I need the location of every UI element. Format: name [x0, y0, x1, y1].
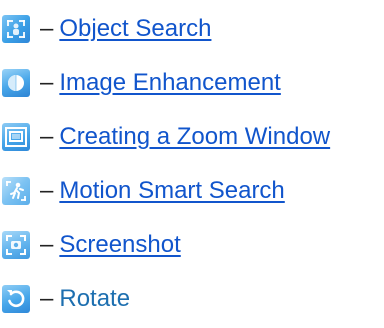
zoom-window-icon: [2, 123, 30, 151]
object-search-link[interactable]: Object Search: [59, 17, 211, 41]
screenshot-icon: [2, 231, 30, 259]
legend-item-rotate: – Rotate: [2, 281, 130, 317]
motion-smart-search-link[interactable]: Motion Smart Search: [59, 179, 284, 203]
image-enhancement-link[interactable]: Image Enhancement: [59, 71, 280, 95]
legend-item-object-search: – Object Search: [2, 11, 211, 47]
legend-item-image-enhancement: – Image Enhancement: [2, 65, 281, 101]
separator-dash: –: [40, 231, 54, 258]
toolbar-legend: – Object Search – Image Enhancement – Cr…: [0, 0, 384, 328]
legend-item-motion-smart-search: – Motion Smart Search: [2, 173, 285, 209]
object-search-icon: [2, 15, 30, 43]
screenshot-link[interactable]: Screenshot: [59, 233, 180, 257]
separator-dash: –: [40, 177, 54, 204]
separator-dash: –: [40, 69, 54, 96]
separator-dash: –: [40, 15, 54, 42]
image-enhancement-icon: [2, 69, 30, 97]
separator-dash: –: [40, 285, 54, 312]
rotate-icon: [2, 285, 30, 313]
zoom-window-link[interactable]: Creating a Zoom Window: [59, 125, 330, 149]
separator-dash: –: [40, 123, 54, 150]
legend-item-zoom-window: – Creating a Zoom Window: [2, 119, 330, 155]
motion-smart-search-icon: [2, 177, 30, 205]
rotate-label: Rotate: [59, 285, 131, 312]
legend-item-screenshot: – Screenshot: [2, 227, 181, 263]
